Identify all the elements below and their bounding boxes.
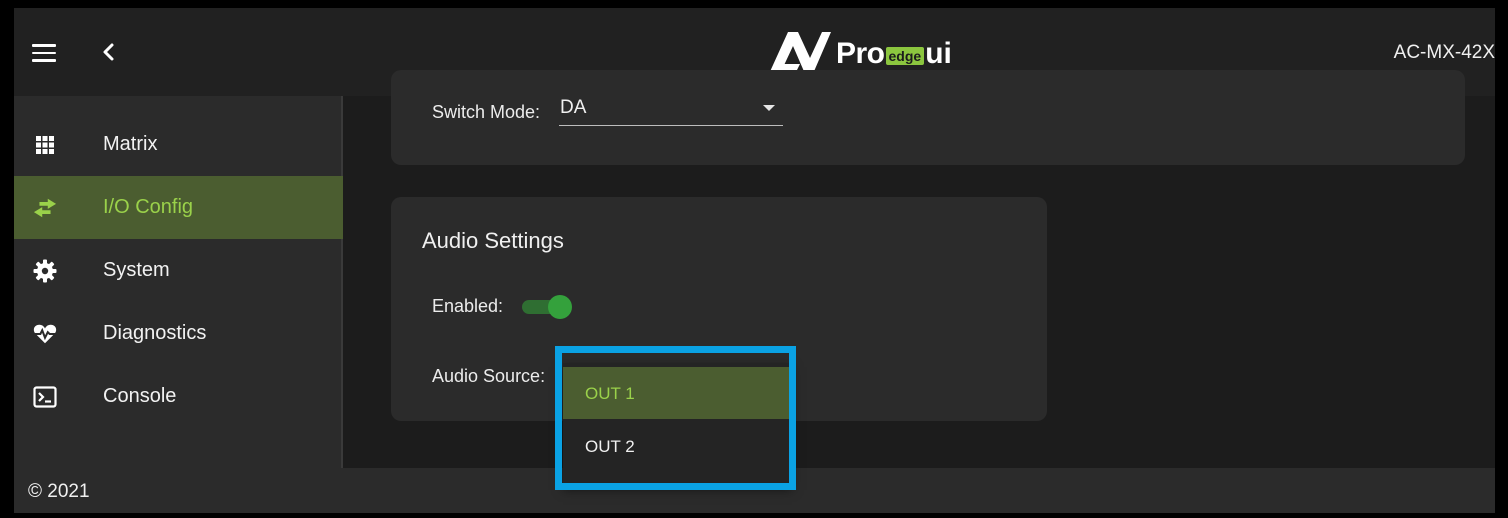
- enabled-label: Enabled:: [432, 296, 504, 316]
- dropdown-option-out-1[interactable]: OUT 1: [563, 367, 792, 419]
- device-model: AC-MX-42X: [1393, 42, 1495, 63]
- dropdown-caret-icon: [763, 105, 775, 111]
- sidebar-item-diagnostics[interactable]: Diagnostics: [14, 302, 343, 365]
- sidebar-item-io-config[interactable]: I/O Config: [14, 176, 343, 239]
- sidebar-item-console[interactable]: Console: [14, 365, 343, 428]
- back-chevron-icon[interactable]: [97, 40, 119, 64]
- sidebar-item-label: I/O Config: [103, 196, 194, 218]
- screenshot-frame: Pro edge ui AC-MX-42X Matrix I/O Config …: [0, 0, 1508, 518]
- app-window: Pro edge ui AC-MX-42X Matrix I/O Config …: [14, 8, 1495, 513]
- switch-mode-select[interactable]: DA: [559, 94, 783, 126]
- audio-settings-title: Audio Settings: [422, 228, 564, 253]
- sidebar-item-label: Diagnostics: [103, 322, 207, 344]
- audio-source-label: Audio Source:: [432, 366, 546, 386]
- terminal-icon: [33, 385, 57, 409]
- switch-mode-value: DA: [560, 97, 587, 118]
- option-label: OUT 1: [585, 384, 635, 403]
- audio-enabled-toggle[interactable]: [522, 295, 574, 319]
- video-settings-card: [391, 70, 1465, 165]
- gear-icon: [33, 259, 57, 283]
- sidebar-item-matrix[interactable]: Matrix: [14, 113, 343, 176]
- sidebar: Matrix I/O Config System Diagnostics Con…: [14, 96, 343, 468]
- sidebar-item-system[interactable]: System: [14, 239, 343, 302]
- switch-mode-label: Switch Mode:: [432, 102, 541, 122]
- heart-pulse-icon: [33, 322, 57, 346]
- dropdown-option-out-2[interactable]: OUT 2: [563, 420, 792, 472]
- sidebar-item-label: Console: [103, 385, 177, 407]
- logo-edge-text: edge: [885, 47, 925, 65]
- hamburger-menu-icon[interactable]: [32, 44, 56, 62]
- grid-icon: [33, 133, 57, 157]
- option-label: OUT 2: [585, 437, 635, 456]
- swap-arrows-icon: [33, 196, 57, 220]
- copyright-text: © 2021: [28, 481, 90, 502]
- sidebar-item-label: Matrix: [103, 133, 158, 155]
- toggle-knob: [548, 295, 572, 319]
- logo-ui-text: ui: [925, 37, 952, 70]
- audio-source-dropdown: OUT 1 OUT 2: [563, 363, 792, 486]
- logo-pro-text: Pro: [836, 37, 885, 70]
- sidebar-item-label: System: [103, 259, 170, 281]
